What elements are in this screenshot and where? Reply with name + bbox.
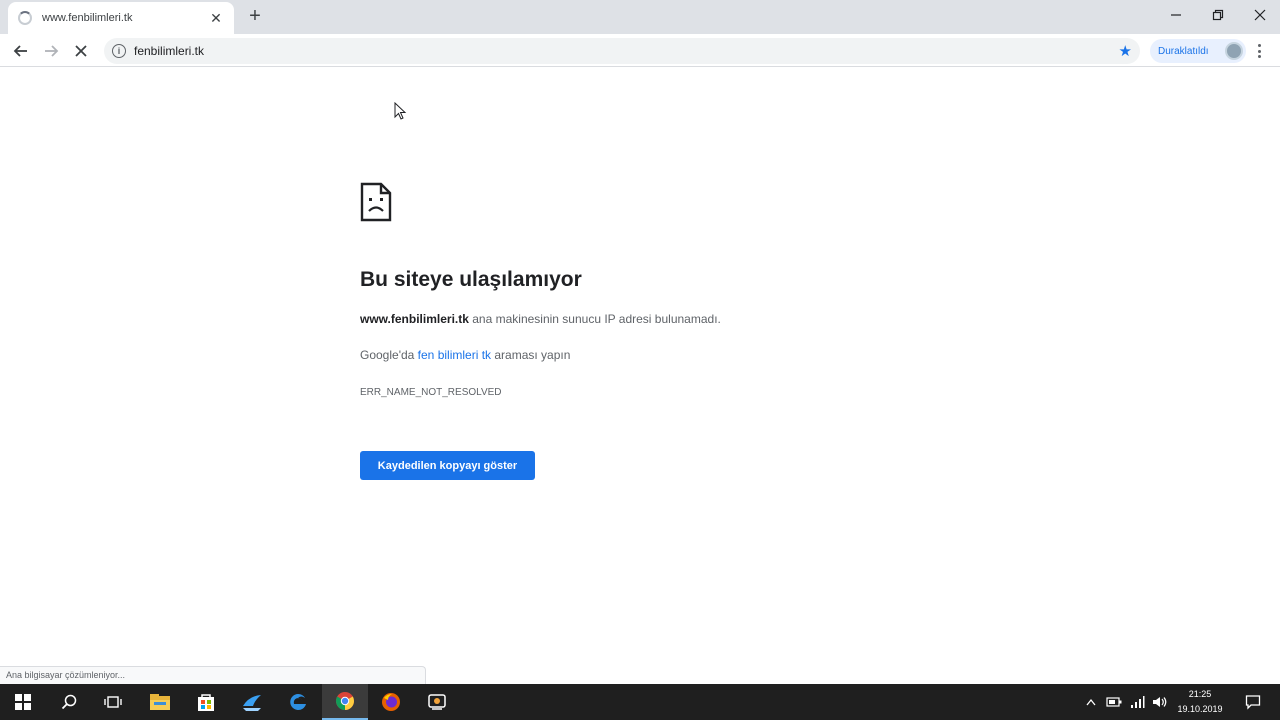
restore-icon [1212,9,1224,21]
chevron-up-icon [1086,698,1096,706]
error-host: www.fenbilimleri.tk [360,312,469,326]
taskbar-chrome[interactable] [322,684,368,720]
battery-icon [1106,697,1122,707]
volume-button[interactable] [1150,684,1170,720]
close-window-button[interactable] [1238,0,1280,30]
start-button[interactable] [0,684,46,720]
back-button[interactable] [8,38,34,64]
avatar [1225,42,1243,60]
browser-tab[interactable]: www.fenbilimleri.tk ✕ [8,2,234,34]
error-message-text: ana makinesinin sunucu IP adresi bulunam… [468,312,721,326]
error-code: ERR_NAME_NOT_RESOLVED [360,387,502,398]
arrow-left-icon [13,45,27,57]
clock-date: 19.10.2019 [1177,704,1223,714]
status-bar: Ana bilgisayar çözümleniyor... [0,666,426,684]
tab-title: www.fenbilimleri.tk [42,12,133,24]
network-button[interactable] [1127,684,1147,720]
restore-button[interactable] [1196,0,1240,30]
tab-close-icon[interactable]: ✕ [208,10,224,27]
page-content: Bu siteye ulaşılamıyor www.fenbilimleri.… [0,68,1280,684]
menu-dot-icon [1257,49,1261,53]
task-view-button[interactable] [90,684,136,720]
minimize-button[interactable] [1154,0,1198,30]
search-suggestion-suffix: araması yapın [491,348,571,362]
show-cached-copy-button[interactable]: Kaydedilen kopyayı göster [360,451,535,480]
tab-strip: www.fenbilimleri.tk ✕ + [0,0,1280,34]
profile-button[interactable]: Duraklatıldı [1150,39,1246,63]
taskbar-search-button[interactable] [46,684,92,720]
firefox-icon [382,693,400,711]
battery-button[interactable] [1104,684,1124,720]
edge-icon [290,693,306,710]
app-icon [243,695,261,711]
bookmark-star-icon[interactable]: ★ [1119,42,1132,60]
stop-button[interactable] [68,38,94,64]
taskbar-clock[interactable]: 21:25 19.10.2019 [1172,687,1228,717]
search-suggestion-prefix: Google'da [360,348,418,362]
close-icon [1254,9,1266,21]
error-heading: Bu siteye ulaşılamıyor [360,268,582,291]
menu-dot-icon [1257,44,1261,47]
search-icon [61,694,77,710]
taskbar-store[interactable] [183,684,229,720]
taskbar-edge[interactable] [275,684,321,720]
new-tab-button[interactable]: + [244,5,266,27]
chrome-icon [336,692,354,710]
menu-dot-icon [1257,55,1261,58]
network-icon [1131,696,1145,708]
app-icon [428,694,446,710]
browser-menu-button[interactable] [1254,42,1264,60]
address-bar[interactable]: i fenbilimleri.tk ★ [104,38,1140,64]
search-suggestion: Google'da fen bilimleri tk araması yapın [360,348,570,362]
taskbar-app[interactable] [229,684,275,720]
minimize-icon [1171,14,1181,16]
tray-overflow-button[interactable] [1082,684,1100,720]
profile-status-label: Duraklatıldı [1158,45,1209,57]
sad-page-icon [360,182,392,222]
taskbar-app[interactable] [414,684,460,720]
file-explorer-icon [150,694,170,710]
taskbar: 21:25 19.10.2019 [0,684,1280,720]
clock-time: 21:25 [1188,689,1212,699]
forward-button[interactable] [38,38,64,64]
taskbar-firefox[interactable] [368,684,414,720]
stop-icon [75,45,87,57]
mouse-cursor-icon [394,102,407,120]
loading-spinner-icon [18,11,32,25]
notifications-button[interactable] [1238,684,1268,720]
taskbar-file-explorer[interactable] [137,684,183,720]
address-bar-url[interactable]: fenbilimleri.tk [134,44,1119,58]
site-info-icon[interactable]: i [112,44,126,58]
notification-icon [1245,695,1261,710]
task-view-icon [104,696,122,708]
error-message: www.fenbilimleri.tk ana makinesinin sunu… [360,312,721,326]
search-link[interactable]: fen bilimleri tk [418,348,491,362]
store-icon [198,694,214,711]
arrow-right-icon [45,45,59,57]
windows-start-icon [15,694,31,710]
volume-icon [1153,697,1167,707]
browser-toolbar: i fenbilimleri.tk ★ Duraklatıldı [0,34,1280,67]
